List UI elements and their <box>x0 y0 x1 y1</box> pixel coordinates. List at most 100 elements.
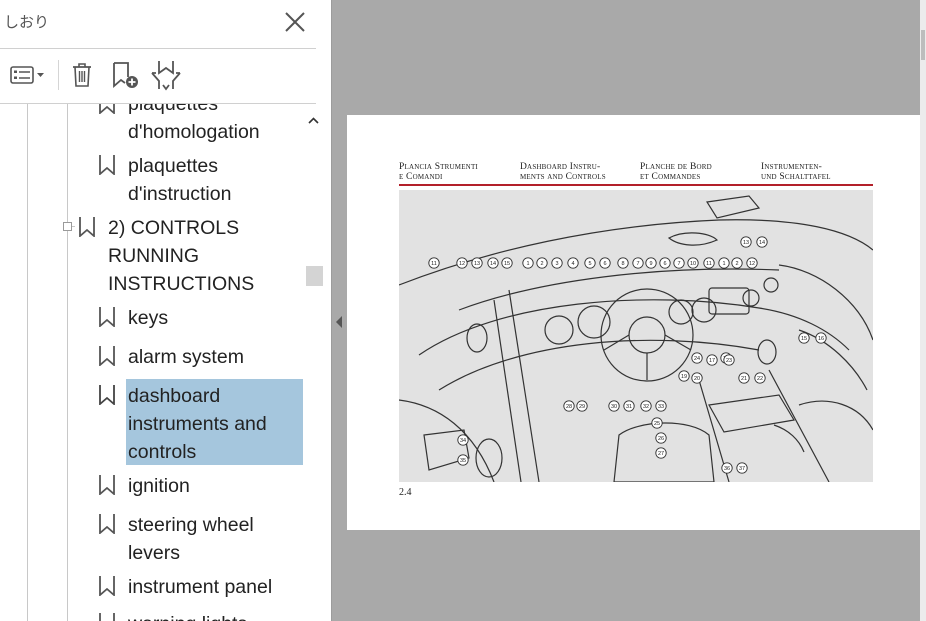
document-scrollbar-thumb[interactable] <box>921 30 925 60</box>
tree-scrollbar-thumb[interactable] <box>306 266 323 286</box>
callout-number: 6 <box>603 261 606 267</box>
callout-number: 26 <box>658 436 664 442</box>
panel-splitter[interactable] <box>331 0 347 621</box>
bookmark-icon <box>99 475 115 495</box>
callout-number: 25 <box>654 421 660 427</box>
header-divider <box>0 48 316 49</box>
collapse-panel-arrow-icon[interactable] <box>335 315 343 329</box>
bookmark-icon <box>99 307 115 327</box>
bookmark-icon <box>99 514 115 534</box>
column-header-line: e Comandi <box>399 172 443 182</box>
bookmark-label: dashboard <box>128 385 221 407</box>
bookmark-item[interactable]: alarm system <box>96 343 304 373</box>
new-bookmark-button[interactable] <box>107 57 143 93</box>
bookmark-item[interactable]: instrument panel <box>96 573 304 603</box>
callout-number: 10 <box>690 261 696 267</box>
bookmark-icon <box>99 104 115 114</box>
callout-number: 17 <box>709 358 715 364</box>
dashboard-line-drawing: 11 12 13 14 15 1 2 3 4 5 6 8 7 9 6 7 10 11 1 2 1213 1415 16171… <box>398 195 874 483</box>
tree-scrollbar[interactable] <box>304 104 323 621</box>
dashboard-illustration: 11 12 13 14 15 1 2 3 4 5 6 8 7 9 6 7 10 11 1 2 12 13 14 15 16 17 1… <box>398 190 874 483</box>
callout-number: 15 <box>504 261 510 267</box>
callout-number: 14 <box>759 240 765 246</box>
callout-number: 11 <box>431 261 437 267</box>
callout-number: 1 <box>722 261 725 267</box>
bookmark-icon <box>99 576 115 596</box>
bookmark-label: plaquettes <box>128 104 218 115</box>
callout-number: 37 <box>739 466 745 472</box>
bookmark-item[interactable]: plaquettes d'instruction <box>96 152 304 208</box>
page-number: 2.4 <box>399 487 412 498</box>
callout-number: 27 <box>658 451 664 457</box>
column-header-line: ments and Controls <box>520 172 606 182</box>
bookmark-add-icon <box>113 62 138 88</box>
bookmark-icon <box>99 385 115 405</box>
bookmark-item[interactable]: 2) CONTROLS RUNNING INSTRUCTIONS <box>76 214 304 298</box>
column-header: Dashboard Instru- ments and Controls <box>520 162 606 182</box>
callout-number: 20 <box>694 376 700 382</box>
tree-guide-line <box>67 104 68 621</box>
column-header-line: et Commandes <box>640 172 701 182</box>
close-panel-button[interactable] <box>282 9 308 35</box>
callout-number: 3 <box>555 261 558 267</box>
scroll-up-button[interactable] <box>304 112 323 130</box>
header-rule <box>399 184 873 186</box>
callout-number: 31 <box>626 404 632 410</box>
collapse-toggle[interactable] <box>63 222 72 231</box>
bookmarks-panel: しおり plaquettes d'homologation plaquettes… <box>0 0 331 621</box>
document-viewport[interactable]: Plancia Strumenti e Comandi Dashboard In… <box>347 0 926 621</box>
callout-number: 19 <box>681 374 687 380</box>
callout-number: 22 <box>757 376 763 382</box>
bookmark-label: alarm system <box>128 346 244 368</box>
list-options-icon <box>10 66 44 84</box>
figure-callouts: 11 12 13 14 15 1 2 3 4 5 6 8 7 9 6 7 10 11 1 2 1213 1415 16171… <box>428 236 827 474</box>
bookmark-icon <box>79 217 95 237</box>
callout-number: 24 <box>694 356 700 362</box>
callout-number: 29 <box>579 404 585 410</box>
callout-number: 16 <box>818 336 824 342</box>
column-header-line: Instrumenten- <box>761 162 823 172</box>
bookmark-label: d'homologation <box>128 121 260 143</box>
bookmark-item[interactable]: keys <box>96 304 304 334</box>
bookmark-label: 2) CONTROLS <box>108 217 240 239</box>
callout-number: 12 <box>459 261 465 267</box>
bookmark-options-button[interactable] <box>5 57 47 93</box>
bookmark-label: d'instruction <box>128 183 232 205</box>
document-scrollbar[interactable] <box>920 0 926 621</box>
callout-number: 7 <box>636 261 639 267</box>
callout-number: 33 <box>658 404 664 410</box>
callout-number: 4 <box>571 261 574 267</box>
bookmark-label: ignition <box>128 475 190 497</box>
column-header: Instrumenten- und Schalttafel <box>761 162 831 182</box>
column-header-line: Planche de Bord <box>640 162 712 172</box>
callout-number: 2 <box>540 261 543 267</box>
bookmark-item[interactable]: ignition <box>96 472 304 502</box>
delete-bookmark-button[interactable] <box>66 57 98 93</box>
bookmark-item[interactable]: plaquettes d'homologation <box>96 104 304 146</box>
callout-number: 13 <box>743 240 749 246</box>
bookmark-item-selected[interactable]: dashboard instruments and controls <box>96 382 304 466</box>
callout-number: 13 <box>474 261 480 267</box>
bookmark-label: keys <box>128 307 169 329</box>
bookmark-item[interactable]: warning lights <box>96 610 304 621</box>
bookmark-label: RUNNING <box>108 245 199 267</box>
trash-icon <box>73 63 91 87</box>
bookmark-icon <box>99 155 115 175</box>
bookmark-label: instrument panel <box>128 576 273 598</box>
bookmark-label: levers <box>128 542 181 564</box>
expand-bookmark-button[interactable] <box>148 57 184 93</box>
callout-number: 5 <box>588 261 591 267</box>
close-icon <box>285 12 305 32</box>
bookmark-label: controls <box>128 441 197 463</box>
chevron-up-icon <box>308 117 319 124</box>
bookmark-item[interactable]: steering wheel levers <box>96 511 304 567</box>
callout-number: 12 <box>749 261 755 267</box>
column-header-line: Plancia Strumenti <box>399 162 478 172</box>
panel-title: しおり <box>4 13 50 31</box>
callout-number: 9 <box>649 261 652 267</box>
column-header-line: Dashboard Instru- <box>520 162 601 172</box>
bookmark-icon <box>99 613 115 621</box>
bookmark-icon <box>99 346 115 366</box>
bookmark-label: warning lights <box>128 610 247 621</box>
bookmark-tree: plaquettes d'homologation plaquettes d'i… <box>0 104 304 621</box>
